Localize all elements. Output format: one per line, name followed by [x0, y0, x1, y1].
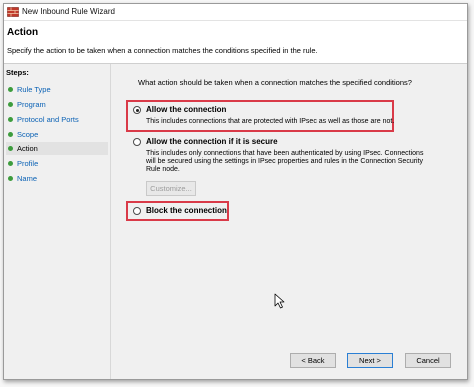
step-bullet-icon — [8, 102, 13, 107]
option-label-block[interactable]: Block the connection — [146, 206, 227, 215]
title-bar: New Inbound Rule Wizard — [4, 4, 467, 21]
step-bullet-icon — [8, 176, 13, 181]
step-bullet-icon — [8, 161, 13, 166]
next-button[interactable]: Next > — [347, 353, 393, 368]
firewall-icon — [7, 6, 19, 18]
step-label: Name — [17, 174, 38, 183]
option-desc-allow: This includes connections that are prote… — [146, 118, 395, 125]
steps-header: Steps: — [6, 68, 29, 77]
back-button[interactable]: < Back — [290, 353, 336, 368]
step-action[interactable]: Action — [6, 142, 108, 155]
step-bullet-icon — [8, 117, 13, 122]
action-content: What action should be taken when a conne… — [111, 64, 467, 379]
step-name[interactable]: Name — [6, 172, 108, 185]
step-label: Program — [17, 100, 46, 109]
steps-panel: Steps: Rule Type Program Protocol and Po… — [4, 64, 111, 379]
step-bullet-icon — [8, 146, 13, 151]
action-question: What action should be taken when a conne… — [138, 78, 412, 87]
option-desc-allow-secure-2: will be secured using the settings in IP… — [146, 158, 424, 165]
step-label: Scope — [17, 130, 39, 139]
cancel-button[interactable]: Cancel — [405, 353, 451, 368]
step-label: Action — [17, 144, 38, 153]
option-desc-allow-secure-3: Rule node. — [146, 166, 180, 173]
option-label-allow[interactable]: Allow the connection — [146, 105, 226, 114]
step-rule-type[interactable]: Rule Type — [6, 83, 108, 96]
page-subtitle: Specify the action to be taken when a co… — [7, 46, 318, 55]
step-protocol-and-ports[interactable]: Protocol and Ports — [6, 113, 108, 126]
option-label-allow-secure[interactable]: Allow the connection if it is secure — [146, 137, 278, 146]
window-title: New Inbound Rule Wizard — [22, 7, 115, 16]
step-label: Protocol and Ports — [17, 115, 79, 124]
radio-block-connection[interactable] — [133, 207, 141, 215]
step-bullet-icon — [8, 132, 13, 137]
radio-allow-connection[interactable] — [133, 106, 141, 114]
mouse-cursor-icon — [274, 293, 286, 309]
page-header: Action Specify the action to be taken wh… — [4, 21, 467, 64]
step-label: Rule Type — [17, 85, 51, 94]
page-title: Action — [7, 27, 39, 38]
step-bullet-icon — [8, 87, 13, 92]
step-program[interactable]: Program — [6, 98, 108, 111]
step-label: Profile — [17, 159, 39, 168]
radio-allow-if-secure[interactable] — [133, 138, 141, 146]
step-scope[interactable]: Scope — [6, 128, 108, 141]
wizard-window: New Inbound Rule Wizard Action Specify t… — [3, 3, 468, 380]
customize-button[interactable]: Customize... — [146, 181, 196, 196]
step-profile[interactable]: Profile — [6, 157, 108, 170]
